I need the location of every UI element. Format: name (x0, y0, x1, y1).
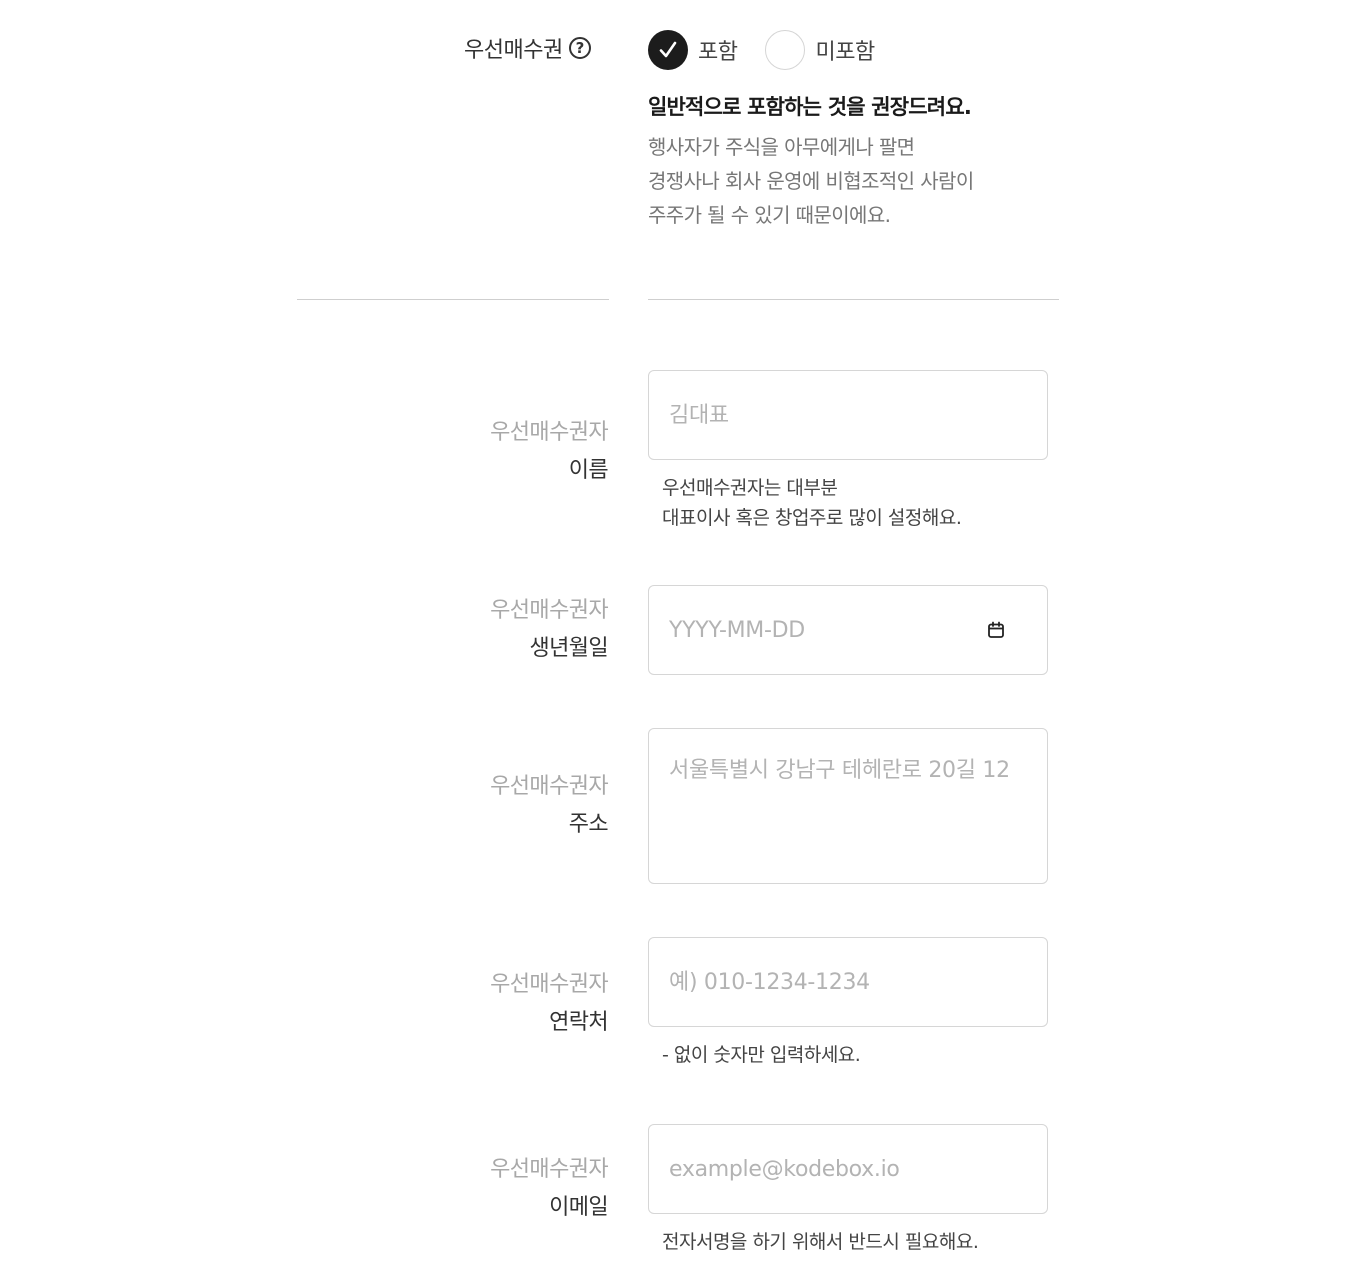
name-field (648, 370, 1048, 460)
preemptive-right-radio-group: 포함 미포함 (648, 30, 903, 70)
birth-label-prefix: 우선매수권자 (490, 598, 608, 623)
address-label-prefix: 우선매수권자 (490, 774, 608, 799)
phone-input[interactable] (649, 938, 1047, 1026)
address-field (648, 728, 1048, 884)
email-field-label: 우선매수권자 이메일 (490, 1151, 608, 1227)
recommendation-line: 주주가 될 수 있기 때문이에요. (648, 203, 891, 227)
name-hint-line: 우선매수권자는 대부분 (662, 477, 838, 499)
name-field-label: 우선매수권자 이름 (490, 414, 608, 490)
include-radio[interactable] (648, 30, 688, 70)
section-divider-left (297, 299, 609, 300)
name-hint: 우선매수권자는 대부분 대표이사 혹은 창업주로 많이 설정해요. (662, 473, 962, 533)
phone-hint: - 없이 숫자만 입력하세요. (662, 1044, 861, 1066)
name-input[interactable] (649, 371, 1047, 459)
name-label-prefix: 우선매수권자 (490, 420, 608, 445)
exclude-radio[interactable] (765, 30, 806, 70)
preemptive-right-label-text: 우선매수권 (464, 38, 563, 63)
recommendation-title: 일반적으로 포함하는 것을 권장드려요. (648, 95, 972, 119)
address-textarea[interactable] (649, 729, 1047, 883)
birth-label-title: 생년월일 (529, 636, 608, 661)
help-icon[interactable]: ? (568, 37, 591, 59)
email-label-title: 이메일 (549, 1195, 609, 1220)
email-input[interactable] (649, 1125, 1047, 1213)
phone-label-prefix: 우선매수권자 (490, 972, 608, 997)
section-divider-right (648, 299, 1059, 300)
preemptive-right-label: 우선매수권 ? (464, 32, 591, 64)
email-hint: 전자서명을 하기 위해서 반드시 필요해요. (662, 1231, 979, 1253)
recommendation-line: 행사자가 주식을 아무에게나 팔면 (648, 135, 915, 159)
phone-field-label: 우선매수권자 연락처 (490, 966, 608, 1042)
birth-field-label: 우선매수권자 생년월일 (490, 592, 608, 668)
checkmark-icon (659, 41, 677, 58)
recommendation-description: 행사자가 주식을 아무에게나 팔면 경쟁사나 회사 운영에 비협조적인 사람이 … (648, 130, 974, 232)
email-label-prefix: 우선매수권자 (490, 1157, 608, 1182)
address-label-title: 주소 (568, 812, 609, 837)
exclude-radio-label[interactable]: 미포함 (815, 34, 875, 66)
email-field (648, 1124, 1048, 1214)
calendar-icon[interactable] (987, 621, 1005, 639)
address-field-label: 우선매수권자 주소 (490, 768, 608, 844)
name-label-title: 이름 (568, 458, 609, 483)
include-radio-label[interactable]: 포함 (698, 34, 738, 66)
phone-field (648, 937, 1048, 1027)
birth-field (648, 585, 1048, 675)
name-hint-line: 대표이사 혹은 창업주로 많이 설정해요. (662, 507, 962, 529)
recommendation-line: 경쟁사나 회사 운영에 비협조적인 사람이 (648, 169, 974, 193)
preemptive-right-form: 우선매수권 ? 포함 미포함 일반적으로 포함하는 것을 권장드려요. 행사자가… (0, 0, 1360, 1275)
phone-label-title: 연락처 (549, 1010, 609, 1035)
